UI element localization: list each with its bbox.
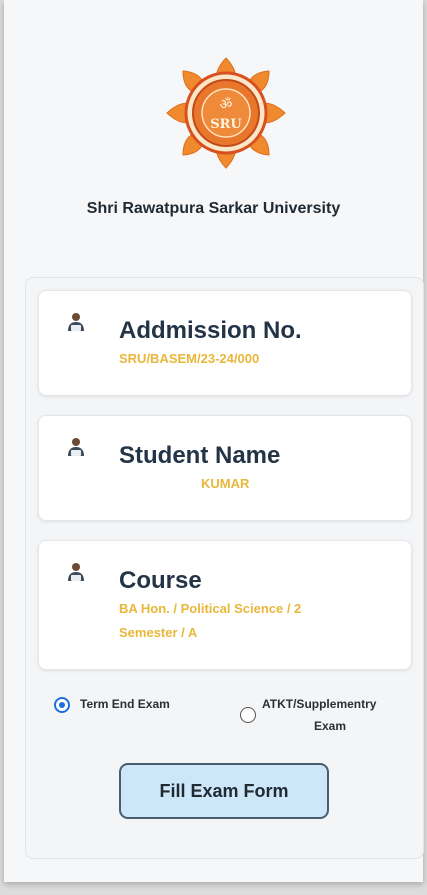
student-icon [68, 313, 84, 331]
term-end-exam-option[interactable]: Term End Exam [32, 695, 202, 719]
student-name-value: KUMAR [201, 476, 250, 491]
student-icon [68, 438, 84, 456]
lotus-seal-icon: ॐ [166, 57, 286, 169]
exam-type-selector: Term End Exam ATKT/Supplementry Exam [32, 695, 412, 745]
svg-text:ॐ: ॐ [220, 97, 233, 113]
admission-number-label: Addmission No. [119, 317, 302, 344]
atkt-supplementary-exam-label-line1: ATKT/Supplementry [262, 697, 377, 711]
atkt-supplementary-exam-option[interactable]: ATKT/Supplementry Exam [232, 695, 412, 741]
atkt-supplementary-exam-label-line2: Exam [314, 719, 347, 733]
atkt-supplementary-exam-radio[interactable] [240, 707, 256, 723]
course-value-line1: BA Hon. / Political Science / 2 [119, 601, 302, 616]
course-label: Course [119, 567, 202, 594]
admission-number-card: Addmission No. SRU/BASEM/23-24/000 [38, 290, 412, 396]
course-value-line2: Semester / A [119, 625, 198, 640]
student-name-label: Student Name [119, 442, 281, 469]
university-name: Shri Rawatpura Sarkar University [86, 200, 341, 217]
exam-form-page: ॐ SRU Shri Rawatpura Sarkar University A… [4, 0, 424, 882]
student-icon [68, 563, 84, 581]
university-logo: ॐ SRU [161, 54, 291, 172]
admission-number-value: SRU/BASEM/23-24/000 [119, 351, 260, 366]
term-end-exam-label: Term End Exam [80, 697, 170, 711]
logo-text: SRU [210, 117, 242, 132]
term-end-exam-radio[interactable] [54, 697, 70, 713]
student-name-card: Student Name KUMAR [38, 415, 412, 521]
fill-exam-form-button[interactable]: Fill Exam Form [119, 763, 329, 819]
course-card: Course BA Hon. / Political Science / 2 S… [38, 540, 412, 670]
